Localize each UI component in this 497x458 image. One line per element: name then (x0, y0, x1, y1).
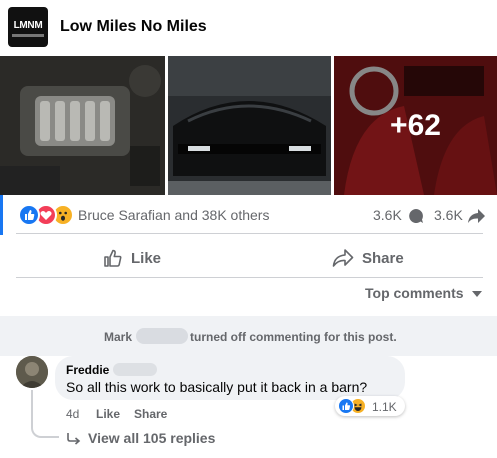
reactors-summary[interactable]: Bruce Sarafian and 38K others (78, 207, 269, 223)
reply-arrow-icon (67, 433, 81, 445)
comment-sort-dropdown[interactable]: Top comments (365, 285, 482, 301)
page-logo-text: LMNM (13, 20, 43, 31)
focus-accent-bar (0, 195, 3, 235)
photo-grid: +62 (0, 56, 497, 195)
reaction-icons[interactable] (18, 204, 74, 226)
comment-sort-label: Top comments (365, 285, 464, 301)
share-arrow-icon (468, 209, 485, 223)
like-button[interactable]: Like (103, 239, 161, 277)
reactions-summary: Bruce Sarafian and 38K others 3.6K 3.6K (16, 203, 485, 227)
redacted-name (113, 363, 157, 376)
comment-author[interactable]: Freddie (66, 363, 109, 377)
comment-bubble: Freddie So all this work to basically pu… (55, 356, 405, 400)
thumbs-up-icon (104, 249, 122, 267)
car-front-photo[interactable] (168, 56, 331, 195)
redacted-name (136, 328, 188, 344)
post-actions: Like Share (16, 239, 483, 277)
notice-text: turned off commenting for this post. (190, 330, 397, 344)
share-button[interactable]: Share (332, 239, 404, 277)
view-replies-label: View all 105 replies (88, 430, 216, 446)
like-reaction-icon (18, 204, 40, 226)
page-name[interactable]: Low Miles No Miles (60, 18, 207, 36)
chevron-down-icon (472, 291, 482, 297)
avatar[interactable] (16, 356, 48, 388)
notice-author-name[interactable]: Mark (104, 330, 132, 344)
comment-reaction-count: 1.1K (372, 400, 397, 414)
comment-timestamp[interactable]: 4d (66, 407, 79, 421)
commenting-disabled-notice: Mark turned off commenting for this post… (0, 316, 497, 356)
like-reaction-icon (338, 398, 354, 414)
comment-icon (409, 209, 423, 223)
divider (16, 233, 483, 234)
comment-share-button[interactable]: Share (134, 407, 167, 421)
comment-text: So all this work to basically put it bac… (66, 379, 368, 395)
divider (16, 277, 483, 278)
red-interior-photo[interactable]: +62 (334, 56, 497, 195)
post-header: LMNM Low Miles No Miles (0, 0, 497, 56)
comments-count[interactable]: 3.6K (373, 207, 402, 223)
like-button-label: Like (131, 249, 162, 267)
shares-count[interactable]: 3.6K (434, 207, 463, 223)
comment-like-button[interactable]: Like (96, 407, 120, 421)
comment-reactions[interactable]: 1.1K (335, 396, 405, 416)
share-button-label: Share (362, 249, 404, 267)
page-logo[interactable]: LMNM (8, 7, 48, 47)
share-icon (332, 249, 354, 267)
engine-bay-photo[interactable] (0, 56, 165, 195)
reply-thread-line (31, 390, 59, 438)
more-photos-overlay[interactable]: +62 (334, 56, 497, 195)
